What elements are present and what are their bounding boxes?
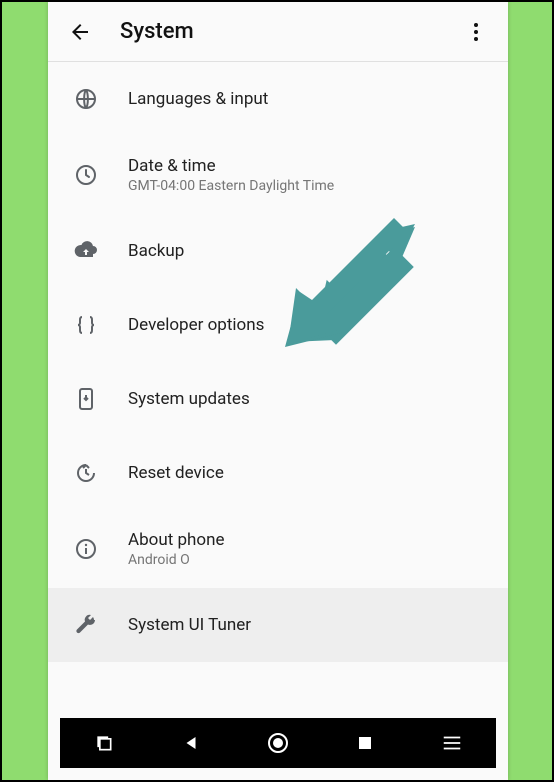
triangle-back-icon [182,734,200,752]
item-label: Date & time [128,156,334,176]
system-update-icon [64,387,108,411]
nav-overview-button[interactable] [345,723,385,763]
nav-recents-left[interactable] [84,723,124,763]
item-developer-options[interactable]: Developer options [48,288,508,362]
item-label: System UI Tuner [128,615,251,635]
item-date-time[interactable]: Date & time GMT-04:00 Eastern Daylight T… [48,136,508,214]
info-icon [64,537,108,561]
cloud-upload-icon [64,239,108,263]
language-icon [64,87,108,111]
arrow-back-icon [68,20,92,44]
restore-icon [64,461,108,485]
settings-list: Languages & input Date & time GMT-04:00 … [48,62,508,700]
item-label: Reset device [128,463,224,483]
system-settings-screen: System Languages & input Date & time [48,2,508,780]
item-label: System updates [128,389,250,409]
back-button[interactable] [60,12,100,52]
circle-home-icon [266,731,290,755]
overflow-menu-button[interactable] [456,12,496,52]
item-label: Backup [128,241,184,261]
item-system-updates[interactable]: System updates [48,362,508,436]
item-label: About phone [128,530,225,550]
more-vert-icon [464,20,488,44]
item-sublabel: GMT-04:00 Eastern Daylight Time [128,178,334,194]
item-label: Languages & input [128,89,268,109]
item-backup[interactable]: Backup [48,214,508,288]
item-languages-input[interactable]: Languages & input [48,62,508,136]
hamburger-icon [441,732,463,754]
navigation-bar [60,718,496,768]
nav-back-button[interactable] [171,723,211,763]
item-system-ui-tuner[interactable]: System UI Tuner [48,588,508,662]
app-bar: System [48,2,508,62]
square-overview-icon [356,734,374,752]
wrench-icon [64,613,108,637]
braces-icon [64,313,108,337]
item-label: Developer options [128,315,264,335]
item-reset-device[interactable]: Reset device [48,436,508,510]
nav-home-button[interactable] [258,723,298,763]
page-title: System [120,19,456,44]
clock-icon [64,163,108,187]
nav-menu-button[interactable] [432,723,472,763]
item-sublabel: Android O [128,552,225,568]
item-about-phone[interactable]: About phone Android O [48,510,508,588]
recents-stack-icon [94,733,114,753]
